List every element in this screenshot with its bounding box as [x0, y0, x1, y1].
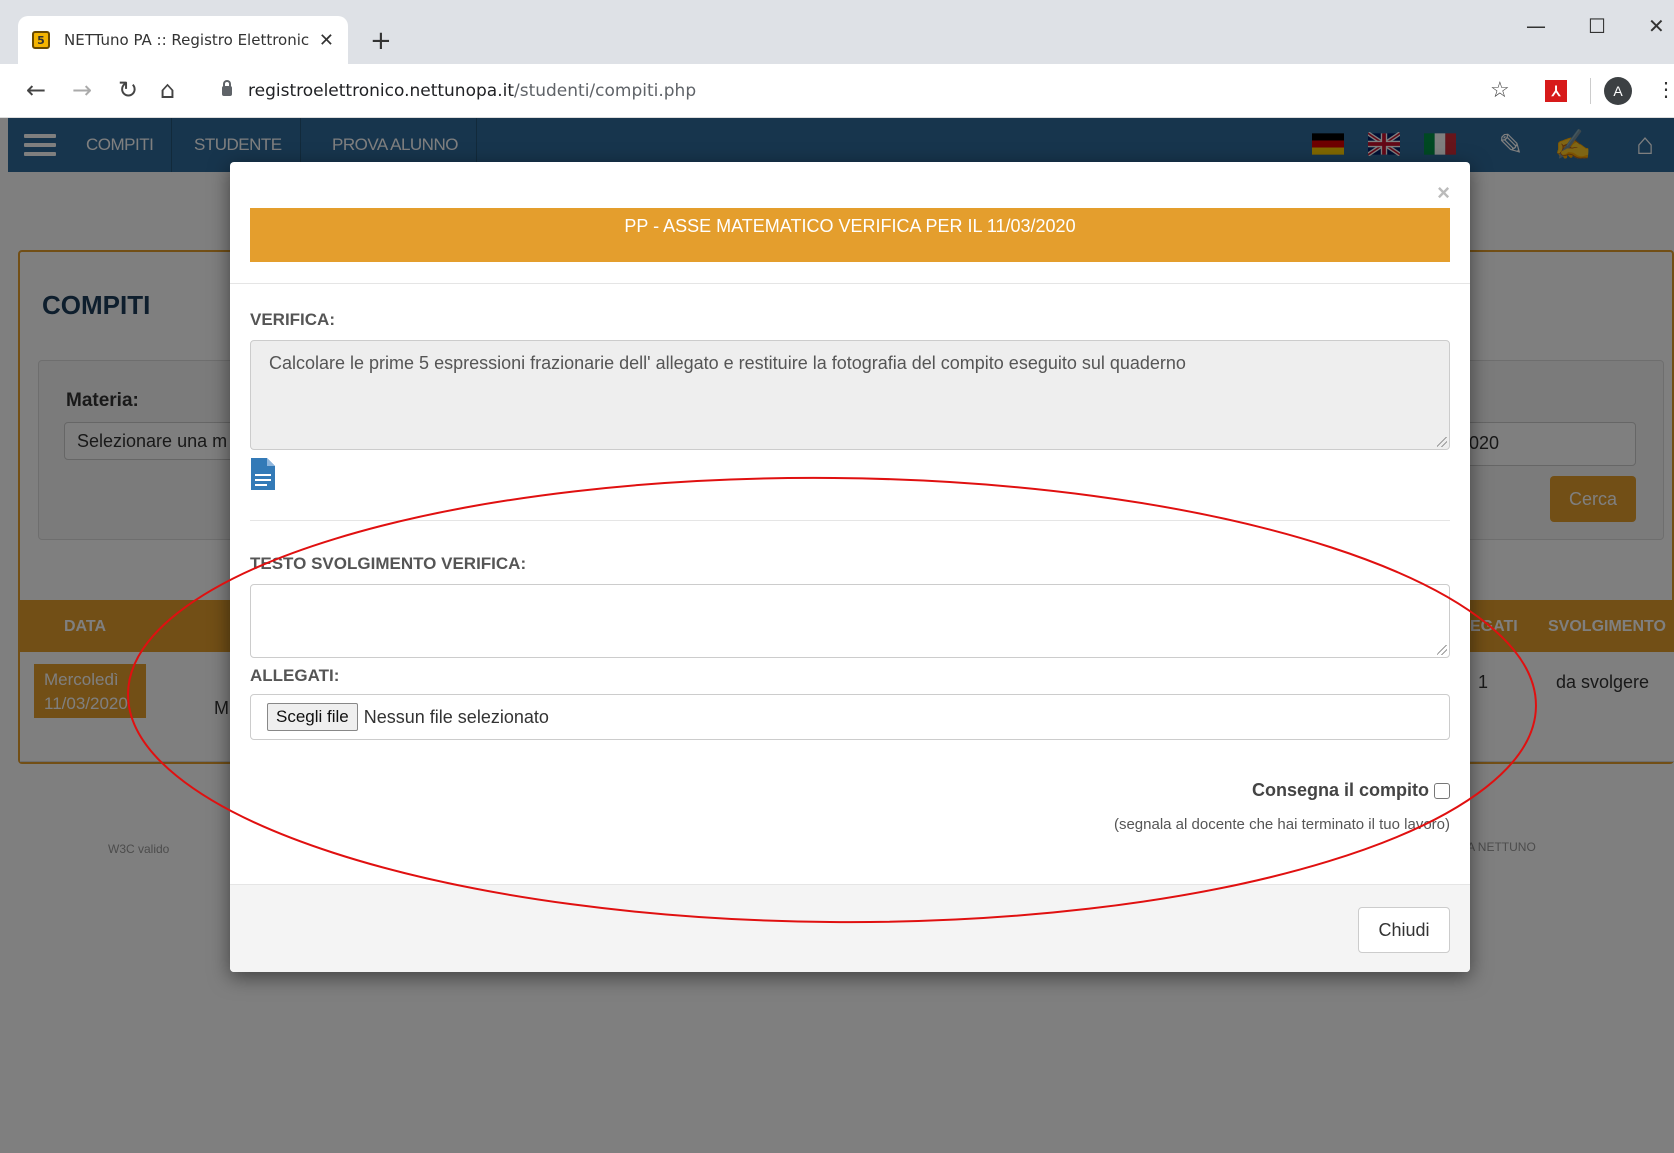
- divider: [230, 283, 1470, 284]
- file-status: Nessun file selezionato: [363, 706, 549, 727]
- tab-title: NETTuno PA :: Registro Elettronic: [64, 31, 310, 49]
- verifica-modal: × PP - ASSE MATEMATICO VERIFICA PER IL 1…: [230, 162, 1470, 972]
- home-icon[interactable]: ⌂: [160, 76, 175, 104]
- url-host: registroelettronico.nettunopa.it: [248, 81, 514, 101]
- profile-avatar[interactable]: A: [1604, 77, 1632, 105]
- modal-close-icon[interactable]: ×: [1437, 180, 1450, 206]
- modal-banner: PP - ASSE MATEMATICO VERIFICA PER IL 11/…: [250, 208, 1450, 262]
- verifica-textarea: Calcolare le prime 5 espressioni frazion…: [250, 340, 1450, 450]
- consegna-row: Consegna il compito: [1252, 780, 1450, 801]
- address-bar[interactable]: registroelettronico.nettunopa.it/student…: [200, 72, 1520, 110]
- menu-kebab-icon[interactable]: ⋮: [1656, 77, 1674, 102]
- browser-toolbar: ← → ↻ ⌂ registroelettronico.nettunopa.it…: [0, 64, 1674, 118]
- file-input[interactable]: Scegli file Nessun file selezionato: [250, 694, 1450, 740]
- choose-file-button[interactable]: Scegli file: [267, 703, 358, 731]
- pdf-extension-icon[interactable]: ⅄: [1545, 80, 1567, 102]
- toolbar-divider: [1590, 78, 1591, 104]
- testo-label: TESTO SVOLGIMENTO VERIFICA:: [250, 554, 527, 573]
- divider: [250, 520, 1450, 521]
- lock-icon: [222, 80, 232, 96]
- url-path: /studenti/compiti.php: [513, 81, 697, 101]
- resize-handle-icon[interactable]: [1437, 645, 1447, 655]
- verifica-label: VERIFICA:: [250, 310, 335, 329]
- verifica-text: Calcolare le prime 5 espressioni frazion…: [269, 353, 1186, 373]
- tab-close-icon[interactable]: ✕: [319, 30, 334, 51]
- chiudi-button[interactable]: Chiudi: [1358, 907, 1450, 953]
- browser-tab[interactable]: 5 NETTuno PA :: Registro Elettronic ✕: [18, 16, 348, 64]
- resize-handle-icon[interactable]: [1437, 437, 1447, 447]
- back-icon[interactable]: ←: [26, 76, 46, 104]
- browser-tab-bar: 5 NETTuno PA :: Registro Elettronic ✕ + …: [0, 0, 1674, 64]
- minimize-icon[interactable]: —: [1526, 14, 1546, 38]
- consegna-note: (segnala al docente che hai terminato il…: [1113, 816, 1450, 833]
- maximize-icon[interactable]: ☐: [1588, 14, 1606, 38]
- site-favicon-icon: 5: [32, 31, 50, 49]
- bookmark-star-icon[interactable]: ☆: [1490, 77, 1510, 103]
- new-tab-icon[interactable]: +: [370, 26, 392, 56]
- forward-icon[interactable]: →: [72, 76, 92, 104]
- testo-svolgimento-textarea[interactable]: [250, 584, 1450, 658]
- close-window-icon[interactable]: ✕: [1648, 14, 1665, 38]
- document-attachment-icon[interactable]: [251, 458, 275, 490]
- modal-footer: Chiudi: [230, 884, 1470, 972]
- consegna-label: Consegna il compito: [1251, 780, 1429, 800]
- consegna-checkbox[interactable]: [1434, 782, 1450, 799]
- allegati-label: ALLEGATI:: [250, 666, 340, 685]
- reload-icon[interactable]: ↻: [118, 76, 138, 104]
